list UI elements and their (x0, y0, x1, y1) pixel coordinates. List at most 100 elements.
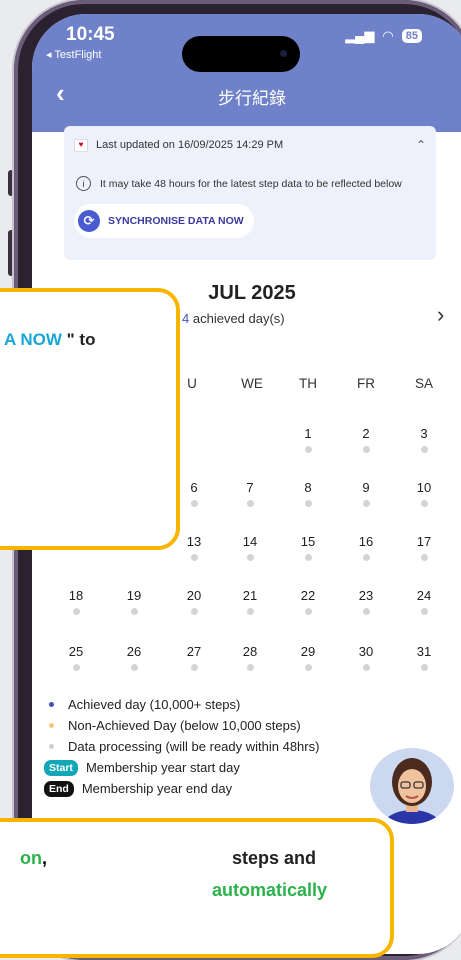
calendar-day[interactable]: 16 (348, 534, 384, 561)
status-icons: ▂▄▆ ◠ 85 (345, 28, 422, 44)
day-number: 18 (68, 588, 84, 603)
legend-end: End Membership year end day (44, 778, 319, 799)
calendar-day[interactable]: 26 (116, 644, 152, 671)
info-row: i It may take 48 hours for the latest st… (76, 176, 428, 191)
heart-icon: ♥ (74, 138, 88, 152)
processing-dot (362, 608, 370, 615)
day-number: 23 (358, 588, 374, 603)
day-number: 6 (190, 480, 198, 495)
processing-dot (190, 554, 198, 561)
tooltip-sync-text: A NOW " to (4, 330, 95, 350)
legend-text: Achieved day (10,000+ steps) (68, 697, 241, 712)
info-icon: i (76, 176, 91, 191)
next-month-chevron-icon[interactable]: › (437, 302, 444, 328)
processing-dot (190, 664, 198, 671)
calendar-day[interactable]: 19 (116, 588, 152, 615)
calendar-day[interactable]: 25 (58, 644, 94, 671)
calendar-day[interactable]: 23 (348, 588, 384, 615)
sync-notice-card: ♥ Last updated on 16/09/2025 14:29 PM ⌃ … (64, 126, 436, 260)
calendar-day[interactable]: 21 (232, 588, 268, 615)
day-number: 14 (242, 534, 258, 549)
day-number: 2 (362, 426, 370, 441)
processing-dot (304, 446, 312, 453)
tooltip-comma: , (42, 848, 48, 868)
assistant-avatar[interactable] (370, 748, 454, 824)
day-number: 8 (304, 480, 312, 495)
processing-dot (304, 664, 312, 671)
end-badge: End (44, 780, 74, 797)
calendar-day[interactable]: 13 (176, 534, 212, 561)
legend-text: Non-Achieved Day (below 10,000 steps) (68, 718, 301, 733)
calendar-day[interactable]: 8 (290, 480, 326, 507)
calendar-day[interactable]: 10 (406, 480, 442, 507)
calendar-day[interactable]: 29 (290, 644, 326, 671)
processing-dot (72, 664, 80, 671)
calendar-day[interactable]: 17 (406, 534, 442, 561)
processing-dot (362, 554, 370, 561)
legend-text: Membership year end day (81, 781, 233, 796)
day-number: 19 (126, 588, 142, 603)
processing-dot (130, 608, 138, 615)
last-updated-text: Last updated on 16/09/2025 14:29 PM (96, 139, 284, 151)
calendar-day[interactable]: 9 (348, 480, 384, 507)
processing-dot (304, 608, 312, 615)
chevron-up-icon[interactable]: ⌃ (416, 138, 426, 152)
processing-dot (420, 664, 428, 671)
calendar-day[interactable]: 15 (290, 534, 326, 561)
day-number: 31 (416, 644, 432, 659)
legend-text: Membership year start day (85, 760, 240, 775)
day-number: 9 (362, 480, 370, 495)
day-number: 25 (68, 644, 84, 659)
processing-dot (420, 446, 428, 453)
legend-start: Start Membership year start day (44, 757, 319, 778)
day-number: 28 (242, 644, 258, 659)
app-header: 10:45 ◂ TestFlight ▂▄▆ ◠ 85 ‹ 步行紀錄 (32, 14, 461, 132)
calendar-day[interactable]: 27 (176, 644, 212, 671)
calendar-day[interactable]: 30 (348, 644, 384, 671)
calendar-day[interactable]: 24 (406, 588, 442, 615)
tooltip-line2: automatically (212, 880, 328, 900)
page-title: 步行紀錄 (218, 89, 286, 108)
battery-icon: 85 (401, 29, 422, 43)
weekday-label: TH (299, 376, 317, 391)
calendar-day[interactable]: 2 (348, 426, 384, 453)
tooltip-auto-sync: on, steps and automatically (0, 818, 394, 958)
tooltip-green-text: on (20, 848, 42, 868)
calendar-day[interactable]: 20 (176, 588, 212, 615)
day-number: 20 (186, 588, 202, 603)
processing-dot (246, 500, 254, 507)
day-number: 30 (358, 644, 374, 659)
day-number: 24 (416, 588, 432, 603)
start-badge: Start (44, 759, 78, 776)
processing-dot (420, 608, 428, 615)
calendar-day[interactable]: 7 (232, 480, 268, 507)
wifi-icon: ◠ (382, 28, 394, 43)
calendar-day[interactable]: 6 (176, 480, 212, 507)
processing-dot (246, 608, 254, 615)
testflight-label: TestFlight (54, 49, 102, 61)
back-to-testflight[interactable]: ◂ TestFlight (46, 48, 101, 61)
processing-dot (304, 500, 312, 507)
achieved-label: achieved day(s) (192, 311, 285, 326)
calendar-day[interactable]: 22 (290, 588, 326, 615)
achieved-summary: 4 achieved day(s) (182, 311, 285, 326)
calendar-legend: Achieved day (10,000+ steps) Non-Achieve… (44, 694, 319, 799)
calendar-day[interactable]: 3 (406, 426, 442, 453)
day-number: 29 (300, 644, 316, 659)
processing-dot (130, 664, 138, 671)
processing-dot (190, 608, 198, 615)
day-number: 13 (186, 534, 202, 549)
day-number: 16 (358, 534, 374, 549)
calendar-day[interactable]: 1 (290, 426, 326, 453)
synchronise-button[interactable]: ⟳ SYNCHRONISE DATA NOW (74, 204, 254, 238)
day-number: 7 (246, 480, 254, 495)
calendar-day[interactable]: 28 (232, 644, 268, 671)
calendar-day[interactable]: 18 (58, 588, 94, 615)
weekday-label: FR (357, 376, 375, 391)
camera-icon (280, 50, 287, 57)
calendar-day[interactable]: 14 (232, 534, 268, 561)
achieved-count: 4 (182, 311, 190, 326)
calendar-day[interactable]: 31 (406, 644, 442, 671)
last-updated-row[interactable]: ♥ Last updated on 16/09/2025 14:29 PM ⌃ (74, 138, 426, 152)
non-achieved-dot-icon (49, 723, 54, 728)
